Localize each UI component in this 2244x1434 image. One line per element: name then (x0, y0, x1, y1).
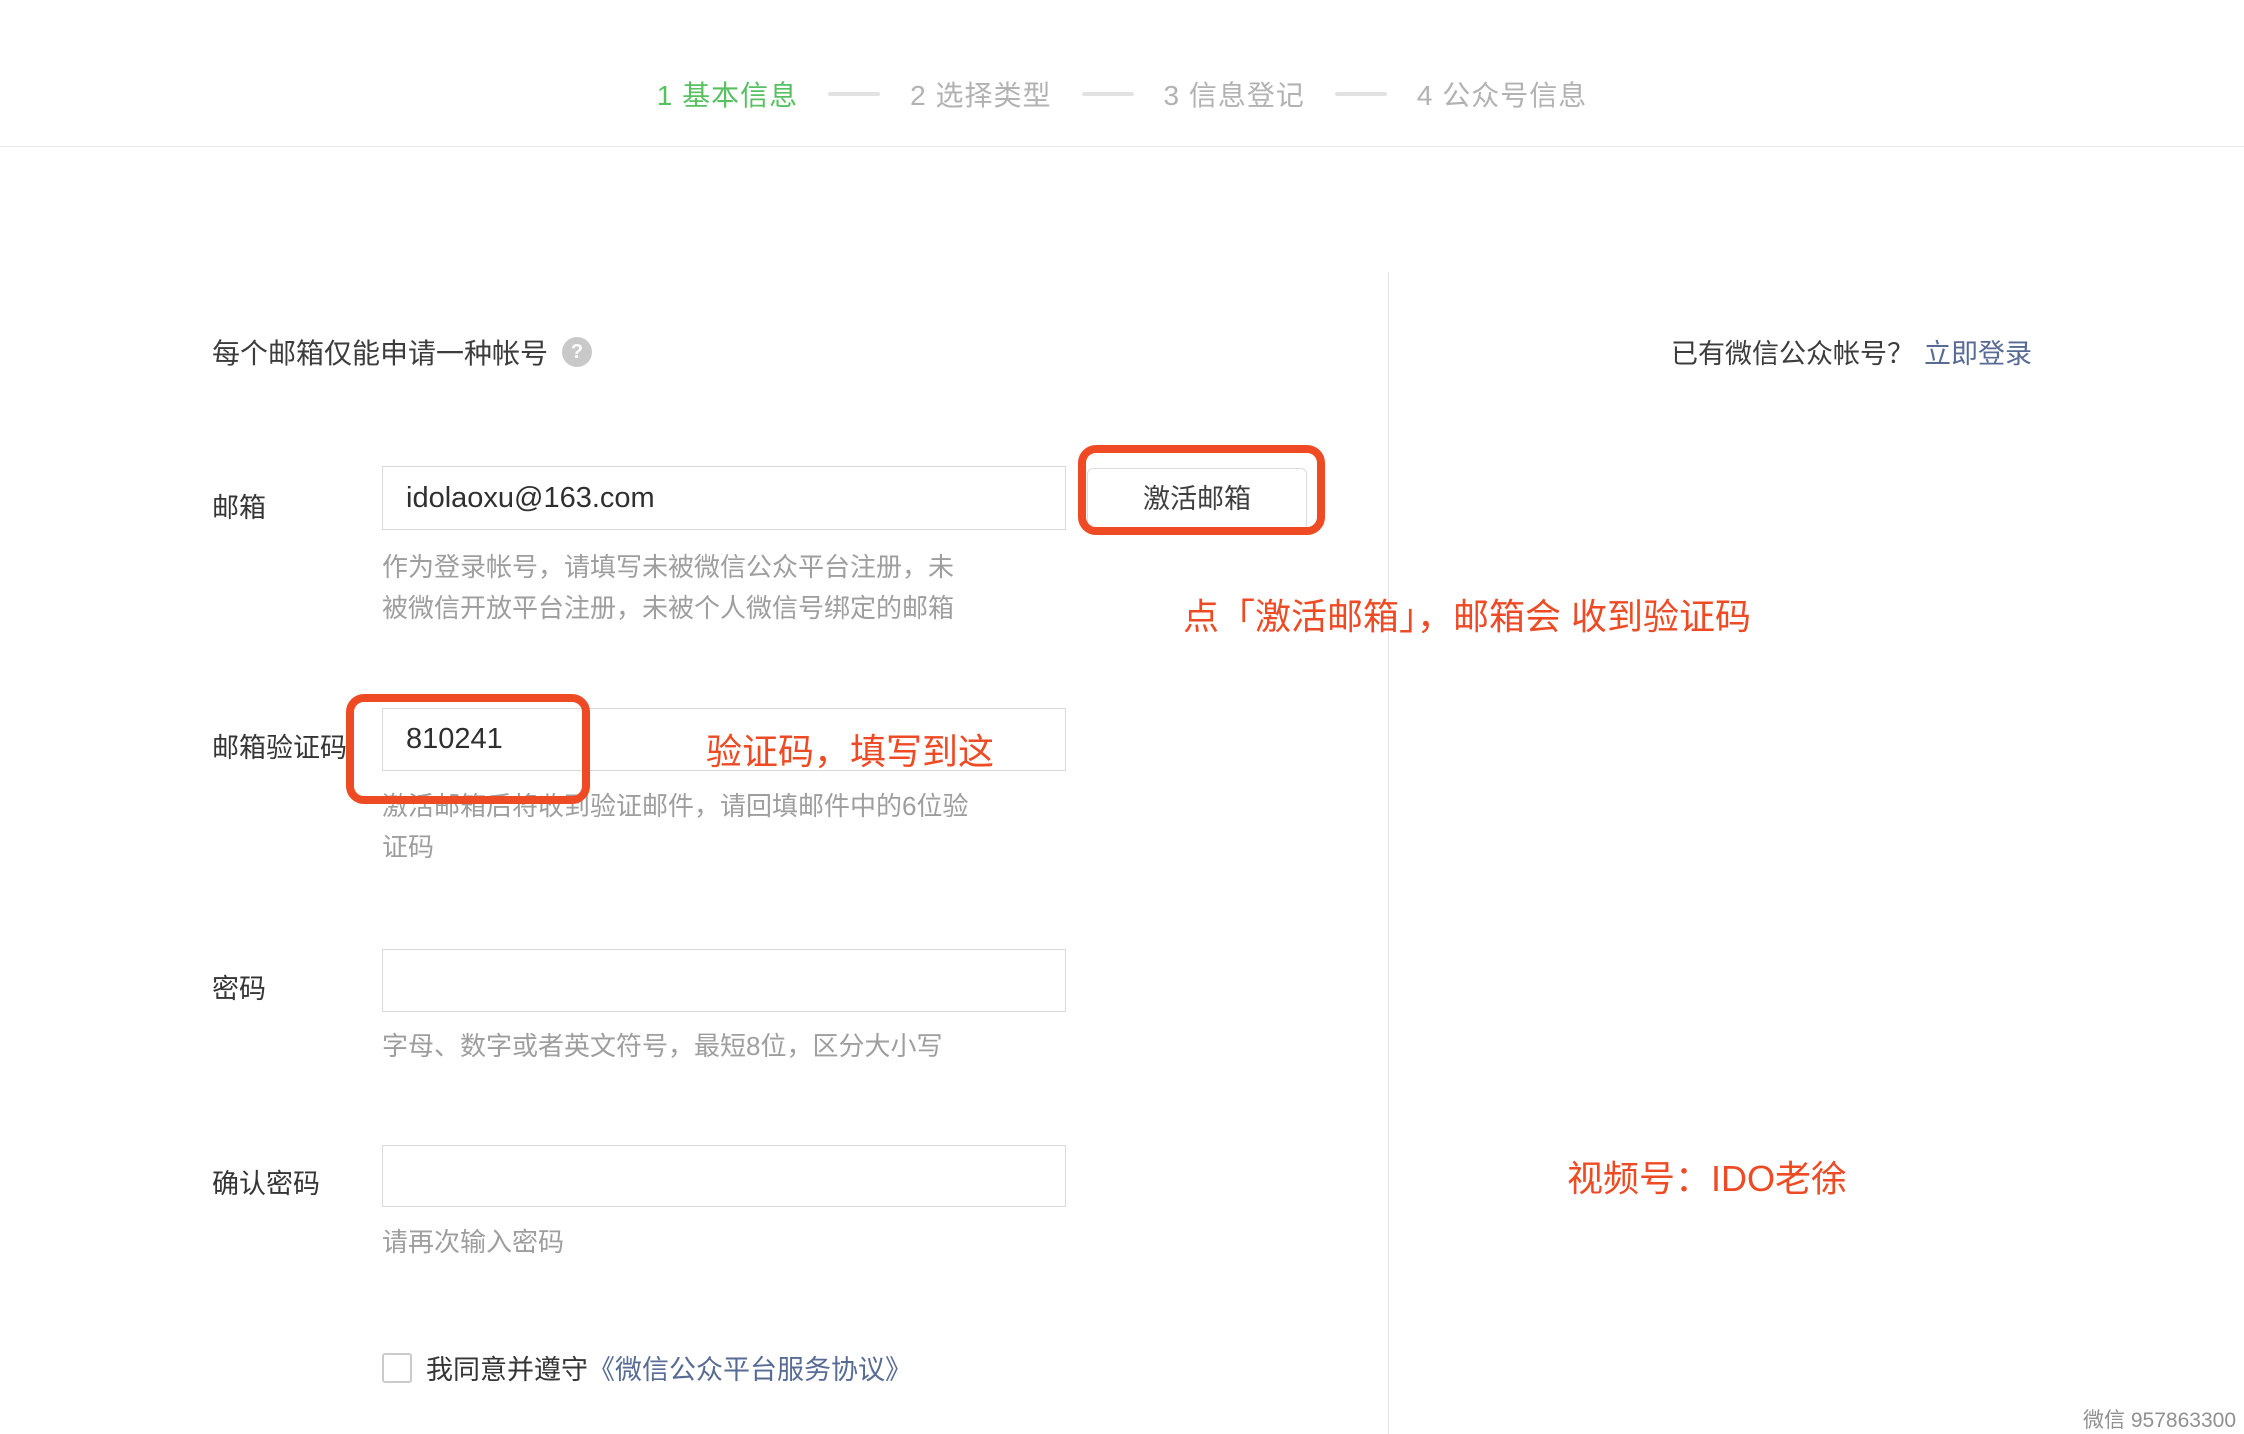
intro-text: 每个邮箱仅能申请一种帐号 (212, 332, 548, 372)
step-separator (1082, 92, 1134, 96)
agree-checkbox[interactable] (382, 1353, 412, 1383)
step-choose-type: 2 选择类型 (910, 74, 1051, 114)
login-now-link[interactable]: 立即登录 (1924, 339, 2032, 369)
column-divider (1388, 272, 1389, 1434)
annotation-channel-note: 视频号：IDO老徐 (1567, 1150, 1847, 1202)
wizard-header: 1 基本信息 2 选择类型 3 信息登记 4 公众号信息 (0, 0, 2244, 147)
email-helper-line2: 被微信开放平台注册，未被个人微信号绑定的邮箱 (382, 588, 954, 629)
annotation-code-note: 验证码，填写到这 (706, 723, 994, 775)
password-helper-line1: 字母、数字或者英文符号，最短8位，区分大小写 (382, 1026, 942, 1067)
email-helper-line1: 作为登录帐号，请填写未被微信公众平台注册，未 (382, 547, 954, 588)
code-label: 邮箱验证码 (212, 726, 347, 765)
code-helper: 激活邮箱后将收到验证邮件，请回填邮件中的6位验 证码 (382, 786, 968, 868)
password-input[interactable] (382, 949, 1066, 1012)
code-helper-line1: 激活邮箱后将收到验证邮件，请回填邮件中的6位验 (382, 786, 968, 827)
step-separator (1335, 92, 1387, 96)
confirm-password-label: 确认密码 (212, 1162, 320, 1201)
login-prompt: 已有微信公众帐号？ (1671, 339, 1914, 369)
agreement-row: 我同意并遵守《微信公众平台服务协议》 (382, 1348, 912, 1387)
step-account-info: 4 公众号信息 (1417, 74, 1587, 114)
intro-note: 每个邮箱仅能申请一种帐号 ? (212, 332, 592, 372)
help-question-icon[interactable]: ? (562, 337, 592, 367)
registration-page: 1 基本信息 2 选择类型 3 信息登记 4 公众号信息 每个邮箱仅能申请一种帐… (0, 0, 2244, 1434)
email-label: 邮箱 (212, 486, 266, 525)
email-input[interactable] (382, 466, 1066, 530)
agree-text: 我同意并遵守《微信公众平台服务协议》 (426, 1348, 912, 1387)
code-helper-line2: 证码 (382, 827, 968, 868)
annotation-activate-note: 点「激活邮箱」，邮箱会 收到验证码 (1183, 588, 1751, 640)
service-agreement-link[interactable]: 《微信公众平台服务协议》 (588, 1355, 912, 1385)
step-separator (828, 92, 880, 96)
watermark-text: 微信 957863300 (2083, 1404, 2236, 1434)
password-label: 密码 (212, 967, 266, 1006)
step-basic-info: 1 基本信息 (657, 74, 798, 114)
password-helper: 字母、数字或者英文符号，最短8位，区分大小写 (382, 1026, 942, 1067)
confirm-password-helper: 请再次输入密码 (382, 1222, 564, 1263)
step-info-registration: 3 信息登记 (1164, 74, 1305, 114)
agree-text-label: 我同意并遵守 (426, 1355, 588, 1385)
confirm-password-helper-line1: 请再次输入密码 (382, 1222, 564, 1263)
email-helper: 作为登录帐号，请填写未被微信公众平台注册，未 被微信开放平台注册，未被个人微信号… (382, 547, 954, 629)
step-indicator: 1 基本信息 2 选择类型 3 信息登记 4 公众号信息 (0, 74, 2244, 114)
confirm-password-input[interactable] (382, 1145, 1066, 1207)
activate-email-button[interactable]: 激活邮箱 (1087, 468, 1307, 530)
login-row: 已有微信公众帐号？ 立即登录 (1671, 332, 2032, 371)
